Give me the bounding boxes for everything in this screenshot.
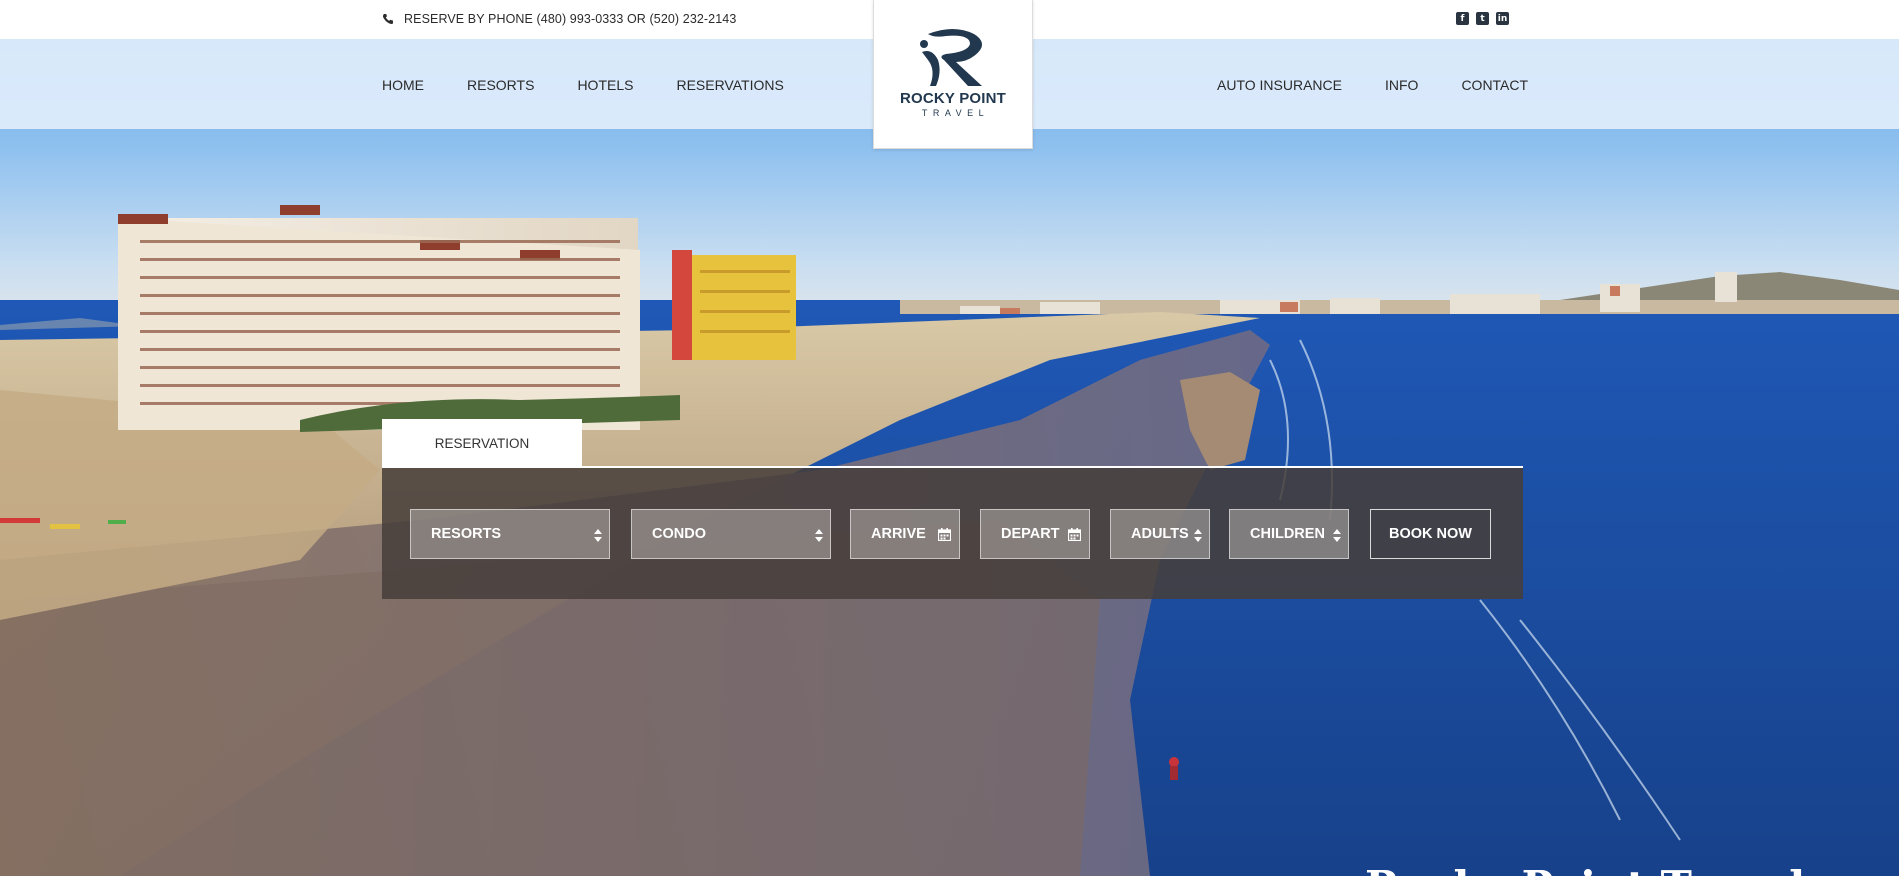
calendar-icon <box>1068 528 1081 541</box>
phone-icon <box>383 14 393 24</box>
nav-resorts[interactable]: RESORTS <box>467 77 534 93</box>
tab-reservation[interactable]: RESERVATION <box>382 419 582 467</box>
logo-mark-icon <box>920 29 982 86</box>
phone-text: RESERVE BY PHONE (480) 993-0333 OR (520)… <box>404 12 737 26</box>
logo-name: ROCKY POINT <box>899 90 1007 107</box>
site-logo[interactable]: ROCKY POINT TRAVEL <box>873 0 1033 149</box>
nav-contact[interactable]: CONTACT <box>1461 77 1528 93</box>
condo-select[interactable]: CONDO <box>631 509 831 559</box>
nav-info[interactable]: INFO <box>1385 77 1418 93</box>
social-links: f t in <box>1456 12 1509 25</box>
nav-left-group: HOME RESORTS HOTELS RESERVATIONS <box>382 77 827 93</box>
nav-reservations[interactable]: RESERVATIONS <box>676 77 783 93</box>
resort-select-value: RESORTS <box>431 526 502 542</box>
sort-arrows-icon <box>815 529 823 542</box>
children-select[interactable]: CHILDREN <box>1229 509 1349 559</box>
sort-arrows-icon <box>1194 529 1202 542</box>
arrive-date-field[interactable]: ARRIVE <box>850 509 960 559</box>
nav-hotels[interactable]: HOTELS <box>577 77 633 93</box>
nav-home[interactable]: HOME <box>382 77 424 93</box>
adults-select[interactable]: ADULTS <box>1110 509 1210 559</box>
phone-info[interactable]: RESERVE BY PHONE (480) 993-0333 OR (520)… <box>382 12 736 26</box>
facebook-icon[interactable]: f <box>1456 12 1469 25</box>
nav-right-group: AUTO INSURANCE INFO CONTACT <box>1217 77 1571 93</box>
nav-auto-insurance[interactable]: AUTO INSURANCE <box>1217 77 1342 93</box>
logo-subtitle: TRAVEL <box>921 108 990 118</box>
sort-arrows-icon <box>594 529 602 542</box>
reservation-panel: RESORTS CONDO ARRIVE DEPART ADULTS CHILD… <box>382 468 1523 599</box>
depart-date-field[interactable]: DEPART <box>980 509 1090 559</box>
children-label: CHILDREN <box>1250 526 1325 542</box>
sort-arrows-icon <box>1333 529 1341 542</box>
calendar-icon <box>938 528 951 541</box>
adults-label: ADULTS <box>1131 526 1189 542</box>
depart-label: DEPART <box>1001 526 1060 542</box>
resort-select[interactable]: RESORTS <box>410 509 610 559</box>
arrive-label: ARRIVE <box>871 526 926 542</box>
condo-select-value: CONDO <box>652 526 706 542</box>
book-now-button[interactable]: BOOK NOW <box>1370 509 1491 559</box>
linkedin-icon[interactable]: in <box>1496 12 1509 25</box>
twitter-icon[interactable]: t <box>1476 12 1489 25</box>
hero-heading: Rocky Point Travel <box>1365 862 1805 876</box>
